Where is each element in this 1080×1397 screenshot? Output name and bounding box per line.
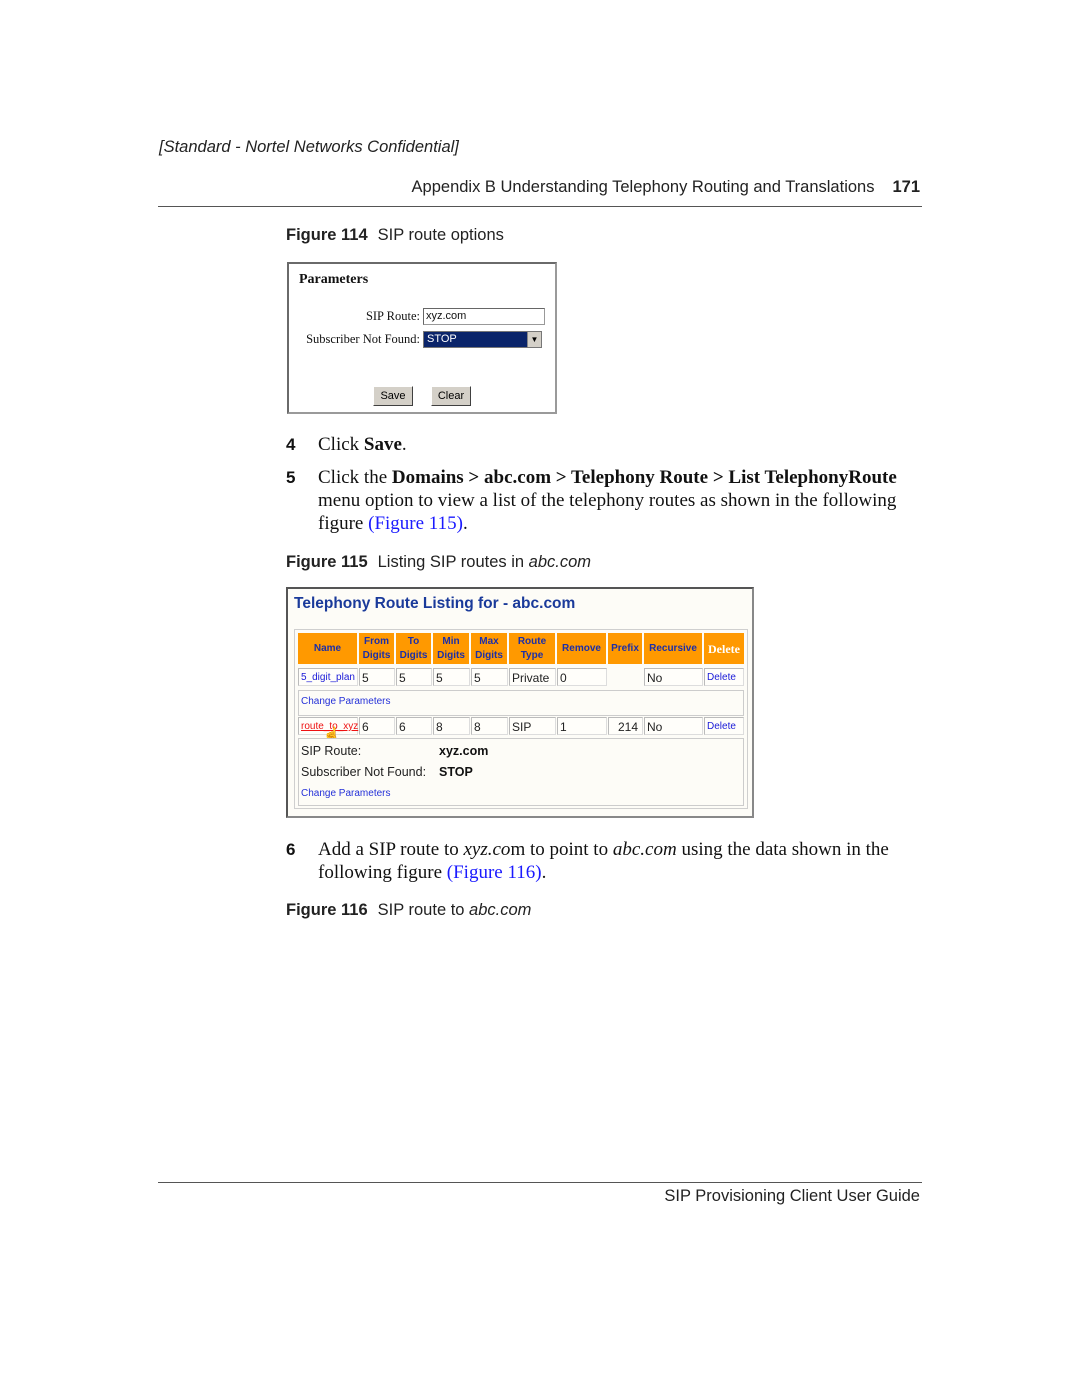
step-number: 6	[286, 840, 296, 859]
step-text: .	[541, 862, 547, 883]
subscriber-not-found-label: Subscriber Not Found:	[306, 332, 420, 346]
route-table: Name From Digits To Digits Min Digits Ma…	[294, 629, 748, 809]
col-header-max-digits: Max Digits	[471, 633, 507, 664]
cell-max-digits: 8	[471, 717, 508, 735]
parameters-form: Parameters SIP Route: xyz.com Subscriber…	[287, 262, 557, 414]
step-number: 5	[286, 468, 296, 487]
detail-snf-label: Subscriber Not Found:	[301, 765, 427, 779]
cell-min-digits: 8	[433, 717, 470, 735]
step-text: Click the	[318, 467, 392, 488]
figure-label: Figure 116	[286, 901, 368, 919]
figure-label: Figure 115	[286, 553, 368, 571]
col-header-name: Name	[298, 633, 357, 664]
change-parameters-link[interactable]: Change Parameters	[301, 696, 391, 707]
form-title: Parameters	[299, 272, 369, 287]
cell-min-digits: 5	[433, 668, 470, 686]
step-text: Click	[318, 434, 364, 455]
figure-title: Listing SIP routes in	[377, 553, 529, 571]
figure-116-link[interactable]: (Figure 116)	[447, 862, 542, 883]
cell-max-digits: 5	[471, 668, 508, 686]
figure-115-link[interactable]: (Figure 115)	[368, 513, 463, 534]
cell-recursive: No	[644, 717, 703, 735]
cell-from-digits: 6	[359, 717, 395, 735]
col-header-delete: Delete	[704, 633, 744, 664]
route-detail-panel: Change Parameters	[298, 690, 744, 716]
delete-link[interactable]: Delete	[704, 717, 744, 735]
running-head: Appendix B Understanding Telephony Routi…	[412, 178, 920, 197]
step-text: Add a SIP route to	[318, 839, 464, 860]
save-button[interactable]: Save	[373, 386, 413, 406]
telephony-route-listing: Telephony Route Listing for - abc.com Na…	[286, 587, 754, 818]
col-header-min-digits: Min Digits	[433, 633, 469, 664]
figure-title-domain: abc.com	[528, 553, 592, 571]
step-bold: Save	[363, 434, 402, 455]
col-header-route-type: Route Type	[509, 633, 555, 664]
page-number: 171	[892, 178, 920, 196]
confidential-notice: [Standard - Nortel Networks Confidential…	[159, 138, 459, 156]
step-number: 4	[286, 435, 296, 454]
change-parameters-link[interactable]: Change Parameters	[301, 788, 391, 799]
header-rule	[158, 206, 922, 207]
figure-114-caption: Figure 114 SIP route options	[286, 226, 504, 245]
sip-route-label: SIP Route:	[365, 309, 420, 323]
figure-116-caption: Figure 116 SIP route to abc.com	[286, 901, 531, 920]
menu-path: Domains > abc.com > Telephony Route > Li…	[391, 467, 897, 488]
step-text: m to point to	[510, 839, 613, 860]
route-name-link[interactable]: 5_digit_plan	[298, 668, 358, 686]
route-detail-panel: SIP Route: xyz.com Subscriber Not Found:…	[298, 738, 744, 806]
cell-remove: 1	[557, 717, 607, 735]
clear-button[interactable]: Clear	[431, 386, 471, 406]
figure-title: SIP route options	[377, 226, 504, 244]
detail-snf-value: STOP	[439, 765, 473, 779]
cell-prefix: 214	[608, 717, 643, 735]
cell-route-type: SIP	[509, 717, 556, 735]
detail-sip-route-label: SIP Route:	[301, 744, 362, 758]
cell-to-digits: 5	[396, 668, 432, 686]
cell-route-type: Private	[509, 668, 556, 686]
running-head-title: Appendix B Understanding Telephony Routi…	[411, 178, 875, 196]
footer-title: SIP Provisioning Client User Guide	[664, 1187, 920, 1205]
col-header-to-digits: To Digits	[396, 633, 431, 664]
select-value: STOP	[427, 333, 457, 345]
chevron-down-icon[interactable]: ▼	[527, 332, 541, 347]
subscriber-not-found-select[interactable]: STOP ▼	[423, 331, 542, 348]
figure-115-caption: Figure 115 Listing SIP routes in abc.com	[286, 553, 591, 572]
col-header-from-digits: From Digits	[359, 633, 394, 664]
detail-sip-route-value: xyz.com	[439, 744, 489, 758]
figure-title-domain: abc.com	[469, 901, 532, 919]
col-header-recursive: Recursive	[644, 633, 702, 664]
col-header-remove: Remove	[557, 633, 606, 664]
cell-to-digits: 6	[396, 717, 432, 735]
cell-from-digits: 5	[359, 668, 395, 686]
sip-route-input[interactable]: xyz.com	[423, 308, 545, 325]
listing-title: Telephony Route Listing for - abc.com	[294, 595, 576, 612]
figure-title: SIP route to	[377, 901, 470, 919]
step-italic: xyz.co	[463, 839, 511, 860]
delete-link[interactable]: Delete	[704, 668, 744, 686]
footer-rule	[158, 1182, 922, 1183]
step-text: .	[462, 513, 468, 534]
cell-prefix	[608, 668, 643, 686]
cell-remove: 0	[557, 668, 607, 686]
step-italic: abc.com	[612, 839, 677, 860]
col-header-prefix: Prefix	[608, 633, 642, 664]
figure-label: Figure 114	[286, 226, 368, 244]
step-text: .	[401, 434, 407, 455]
cell-recursive: No	[644, 668, 703, 686]
